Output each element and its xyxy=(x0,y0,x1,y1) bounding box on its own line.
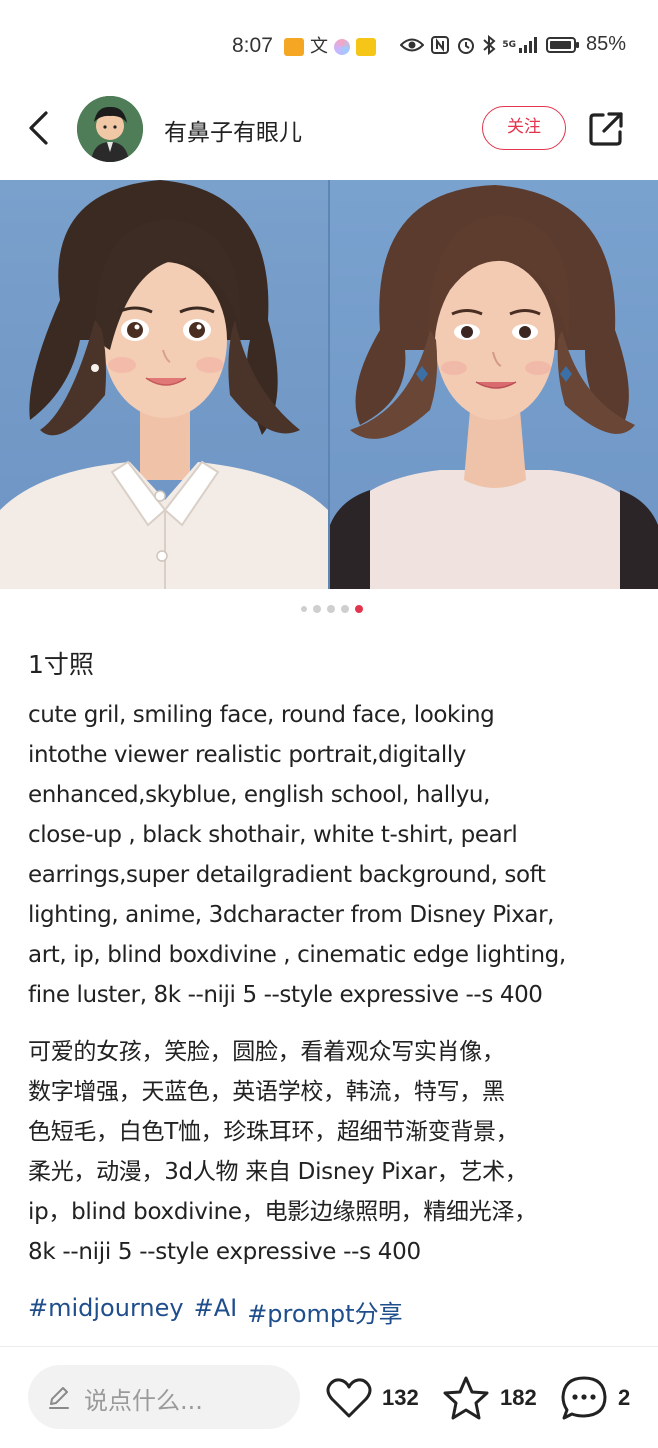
weibo-notification-icon xyxy=(284,38,304,56)
comment-placeholder: 说点什么... xyxy=(84,1387,203,1415)
portrait-image-right xyxy=(330,180,658,589)
body-line: lighting, anime, 3dcharacter from Disney… xyxy=(28,902,555,928)
carousel-dot xyxy=(313,605,321,613)
system-status-icons: 5G 85% xyxy=(400,33,626,56)
back-button[interactable] xyxy=(22,108,58,148)
bluetooth-icon xyxy=(483,34,496,55)
heart-icon xyxy=(326,1378,372,1418)
portrait-illustration-right xyxy=(330,185,658,589)
body-line: 色短毛，白色T恤，珍珠耳环，超细节渐变背景， xyxy=(28,1119,519,1145)
alarm-icon xyxy=(458,37,475,54)
favorite-count: 182 xyxy=(500,1385,537,1410)
network-type-label: 5G xyxy=(502,39,516,50)
body-line: cute gril, smiling face, round face, loo… xyxy=(28,702,495,728)
battery-percent: 85% xyxy=(585,33,626,55)
carousel-dot xyxy=(327,605,335,613)
body-line: 数字增强，天蓝色，英语学校，韩流，特写，黑 xyxy=(28,1079,505,1105)
body-line: enhanced,skyblue, english school, hallyu… xyxy=(28,782,491,808)
translate-notification-icon: 文 xyxy=(310,36,328,57)
body-line: close-up , black shothair, white t-shirt… xyxy=(28,822,518,848)
comments-button[interactable]: 2 xyxy=(560,1370,630,1426)
carousel-dot-active xyxy=(355,605,363,613)
post-header: 有鼻子有眼儿 关注 xyxy=(0,96,658,180)
body-line: 可爱的女孩，笑脸，圆脸，看着观众写实肖像， xyxy=(28,1039,505,1065)
body-line: ip，blind boxdivine，电影边缘照明，精细光泽， xyxy=(28,1199,537,1225)
carousel-dot xyxy=(341,605,349,613)
share-icon xyxy=(589,112,623,146)
body-line: fine luster, 8k --niji 5 --style express… xyxy=(28,982,543,1008)
comment-input[interactable]: 说点什么... xyxy=(28,1365,300,1429)
body-line: 8k --niji 5 --style expressive --s 400 xyxy=(28,1239,421,1265)
image-carousel[interactable] xyxy=(0,180,658,589)
pencil-icon xyxy=(49,1387,69,1409)
signal-icon xyxy=(518,36,537,53)
status-bar: 8:07 文 5G 85% xyxy=(0,0,658,96)
eye-comfort-icon xyxy=(400,38,425,51)
favorite-button[interactable]: 182 xyxy=(442,1370,537,1426)
comment-bubble-icon xyxy=(561,1376,607,1420)
post-body-english: cute gril, smiling face, round face, loo… xyxy=(28,695,638,1015)
carousel-pagination xyxy=(0,605,658,617)
body-line: art, ip, blind boxdivine , cinematic edg… xyxy=(28,942,566,968)
bottom-bar-divider xyxy=(0,1346,658,1347)
notification-icons: 文 xyxy=(284,37,376,57)
body-line: earrings,super detailgradient background… xyxy=(28,862,546,888)
chevron-left-icon xyxy=(29,111,48,145)
status-time: 8:07 xyxy=(232,34,273,57)
battery-icon xyxy=(545,36,579,53)
comment-count: 2 xyxy=(618,1385,631,1410)
author-avatar[interactable] xyxy=(77,96,143,162)
follow-button[interactable]: 关注 xyxy=(482,106,566,150)
nfc-icon xyxy=(431,35,450,54)
color-ball-notification-icon xyxy=(334,39,350,55)
avatar-image xyxy=(77,96,143,162)
post-tags: #midjourney #AI #prompt分享 xyxy=(28,1294,403,1329)
star-icon xyxy=(443,1376,489,1420)
tag-link[interactable]: #midjourney xyxy=(28,1294,184,1329)
mail-notification-icon xyxy=(356,38,376,56)
body-line: intothe viewer realistic portrait,digita… xyxy=(28,742,467,768)
like-count: 132 xyxy=(382,1385,419,1410)
share-button[interactable] xyxy=(586,109,626,149)
post-body-chinese: 可爱的女孩，笑脸，圆脸，看着观众写实肖像， 数字增强，天蓝色，英语学校，韩流，特… xyxy=(28,1032,638,1272)
tag-link[interactable]: #AI xyxy=(194,1294,238,1329)
portrait-illustration-left xyxy=(0,180,328,589)
tag-link[interactable]: #prompt分享 xyxy=(247,1294,402,1329)
post-title: 1寸照 xyxy=(28,650,94,679)
body-line: 柔光，动漫，3d人物 来自 Disney Pixar，艺术， xyxy=(28,1159,528,1185)
carousel-dot xyxy=(301,606,307,612)
like-button[interactable]: 132 xyxy=(326,1370,419,1426)
portrait-image-left xyxy=(0,180,328,589)
author-name[interactable]: 有鼻子有眼儿 xyxy=(164,113,302,147)
